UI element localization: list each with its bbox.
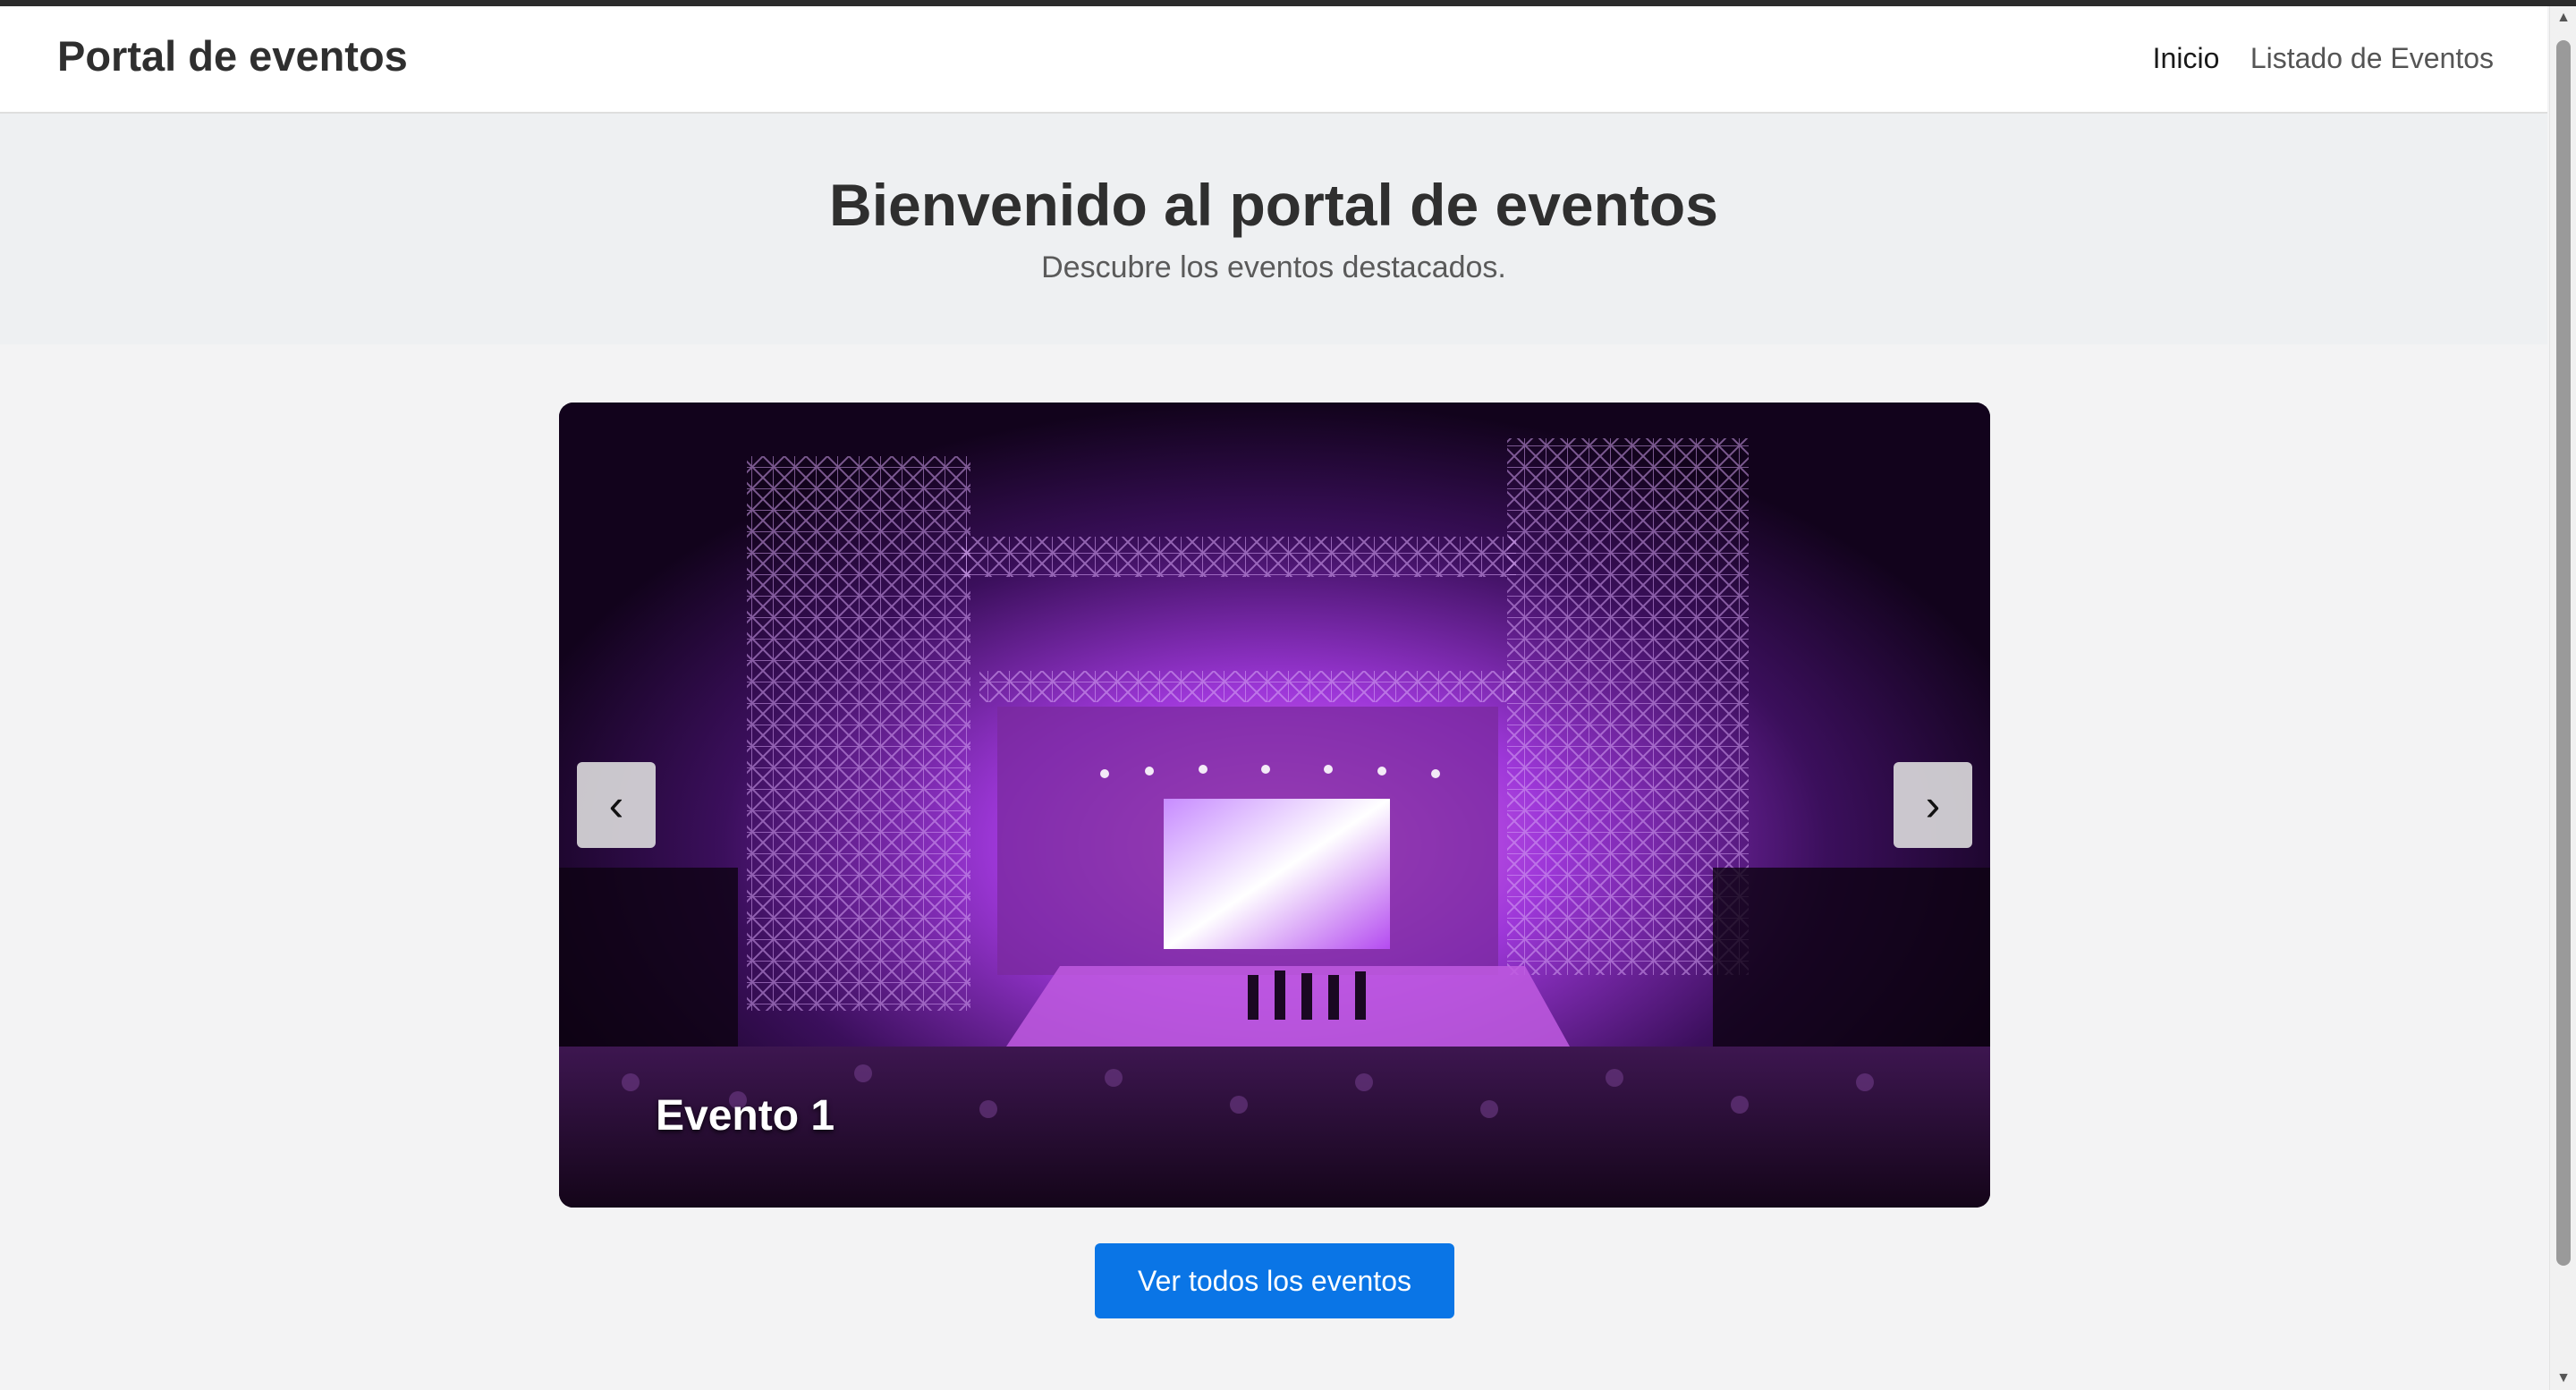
- brand-logo-text[interactable]: Portal de eventos: [57, 31, 408, 81]
- page-title: Bienvenido al portal de eventos: [829, 172, 1718, 238]
- chevron-right-icon: ›: [1925, 780, 1941, 830]
- view-all-events-button[interactable]: Ver todos los eventos: [1095, 1243, 1454, 1318]
- chevron-left-icon: ‹: [608, 780, 624, 830]
- vertical-scrollbar[interactable]: ▲ ▼: [2549, 6, 2576, 1390]
- carousel-next-button[interactable]: ›: [1894, 762, 1972, 848]
- carousel-caption: Evento 1: [656, 1092, 835, 1140]
- scroll-up-arrow-icon[interactable]: ▲: [2550, 10, 2576, 26]
- scroll-down-arrow-icon[interactable]: ▼: [2550, 1370, 2576, 1386]
- scrollbar-thumb[interactable]: [2556, 40, 2571, 1266]
- carousel-prev-button[interactable]: ‹: [577, 762, 656, 848]
- navbar: Portal de eventos Inicio Listado de Even…: [0, 6, 2547, 114]
- hero-banner: Bienvenido al portal de eventos Descubre…: [0, 114, 2547, 344]
- event-carousel[interactable]: Evento 1 ‹ ›: [559, 403, 1990, 1208]
- nav-links: Inicio Listado de Eventos: [2126, 42, 2494, 75]
- window-top-border: [0, 0, 2576, 6]
- nav-link-inicio[interactable]: Inicio: [2153, 42, 2220, 75]
- nav-link-listado-eventos[interactable]: Listado de Eventos: [2250, 42, 2494, 75]
- page-subtitle: Descubre los eventos destacados.: [1041, 250, 1506, 284]
- concert-stage-image: [559, 403, 1990, 1208]
